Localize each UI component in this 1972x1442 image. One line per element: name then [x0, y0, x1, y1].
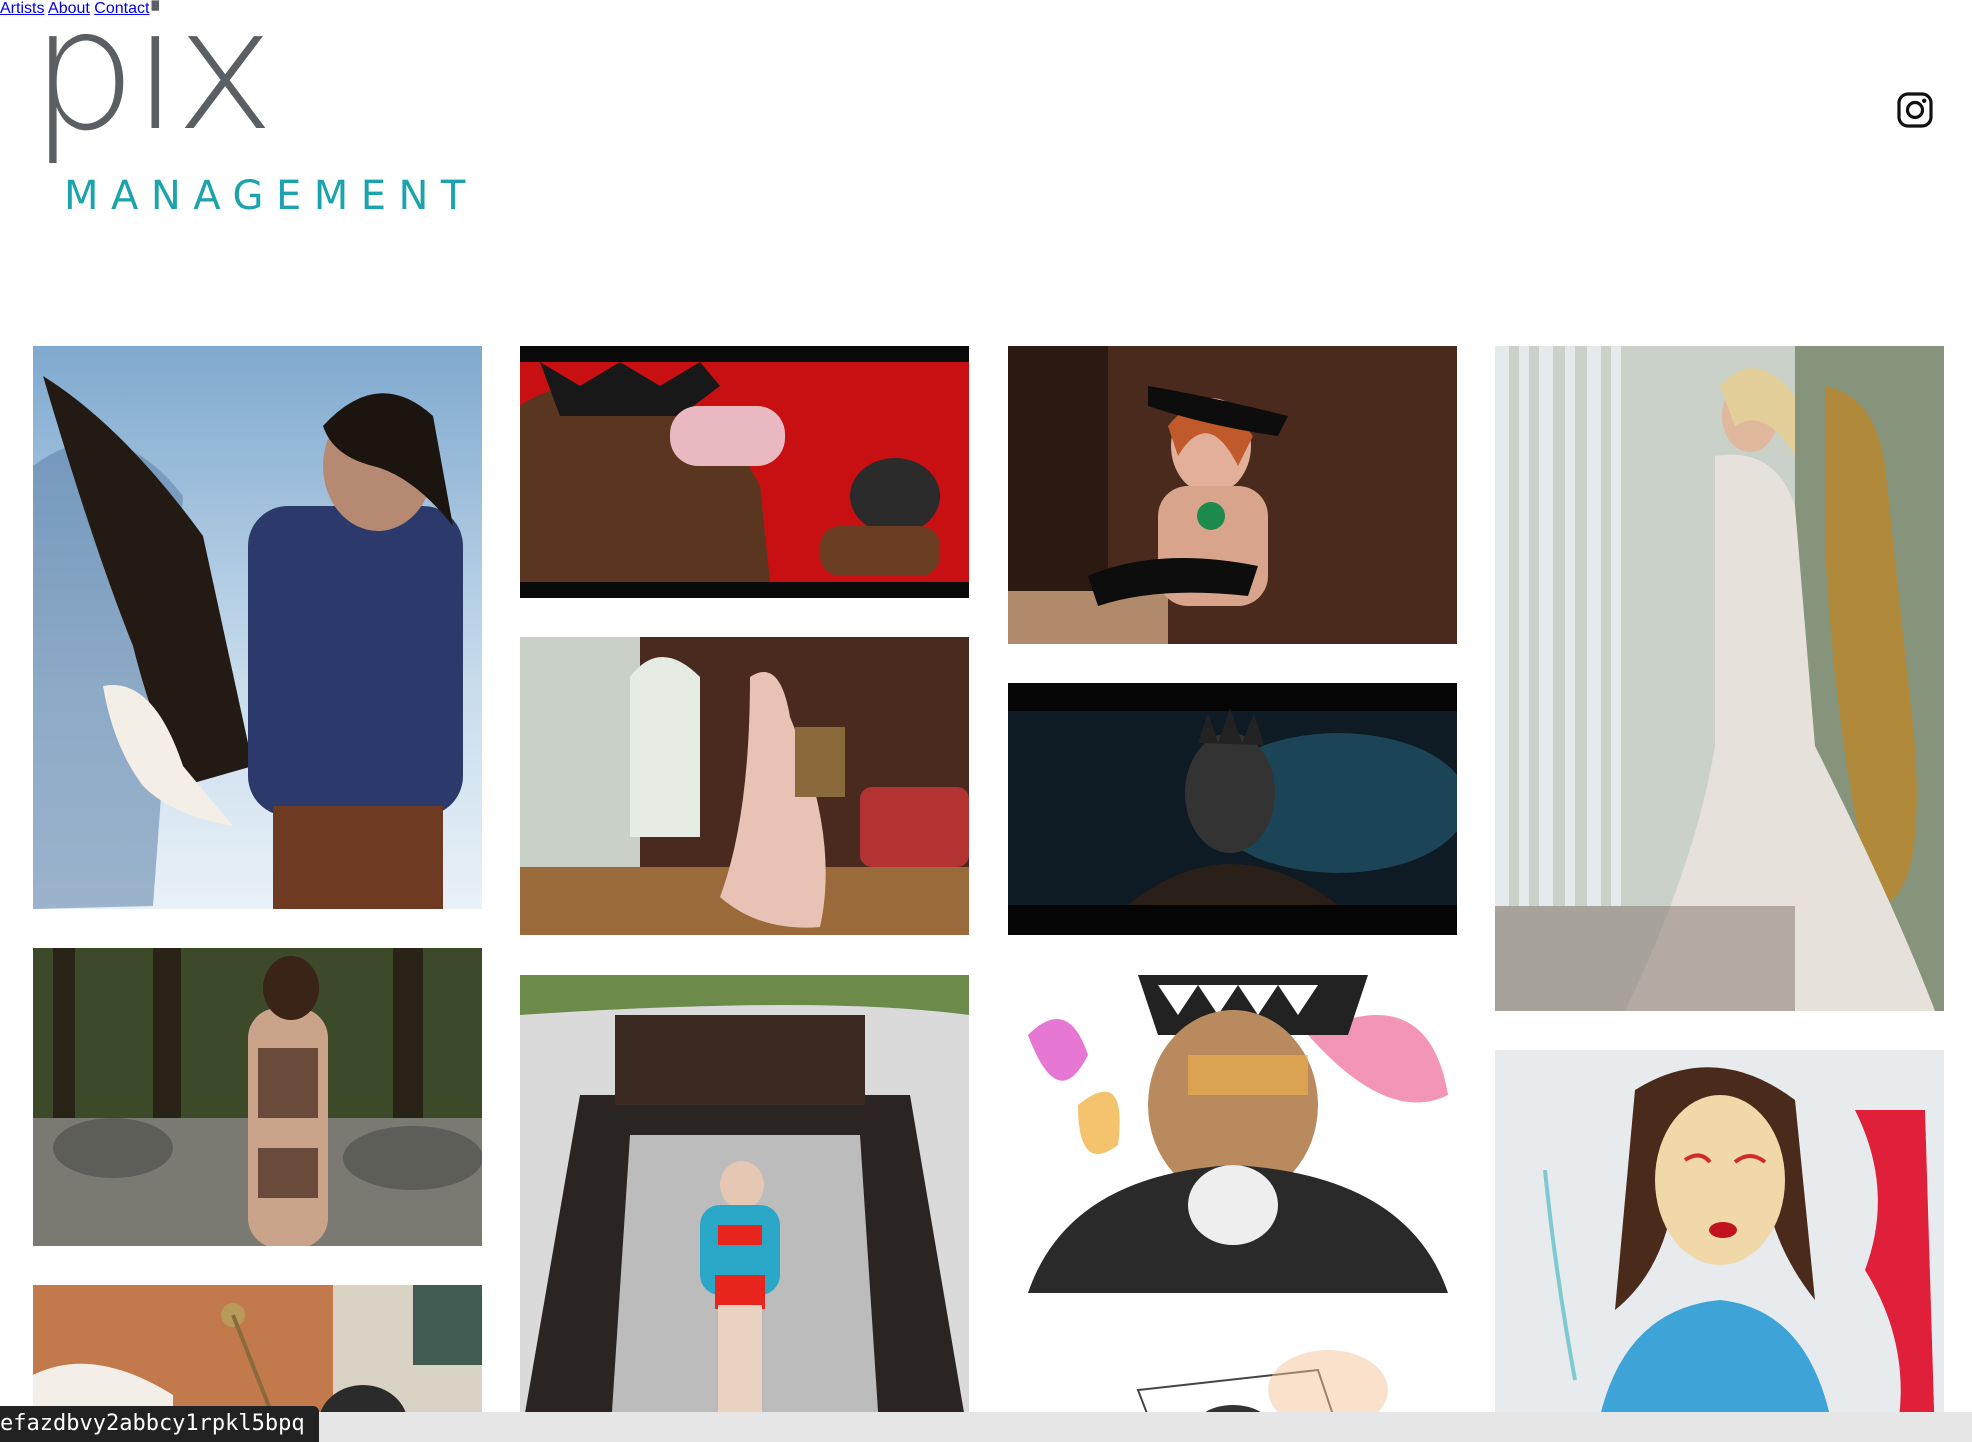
logo-subtitle: MANAGEMENT [64, 173, 478, 219]
instagram-icon[interactable] [1897, 92, 1933, 128]
gallery-image-eagle-portrait[interactable] [33, 346, 482, 909]
gallery-image-painted-woman[interactable] [1495, 1050, 1944, 1442]
gallery-image-forest-rocks[interactable] [33, 948, 482, 1246]
gallery-image-illustration-portrait[interactable] [1008, 975, 1457, 1293]
gallery-image-woman-black-gloves[interactable] [1008, 346, 1457, 644]
status-tooltip: efazdbvy2abbcy1rpkl5bpq [0, 1406, 319, 1442]
logo-wordmark: pix [30, 0, 275, 168]
brand-logo[interactable]: pix MANAGEMENT [30, 0, 470, 218]
gallery-image-tulle-gown-room[interactable] [520, 637, 969, 935]
gallery-image-red-singer[interactable] [520, 346, 969, 598]
gallery-image-bridal-gown-window[interactable] [1495, 346, 1944, 1011]
gallery-image-masked-figure[interactable] [1008, 683, 1457, 935]
gallery-image-beach-boat[interactable] [520, 975, 969, 1442]
